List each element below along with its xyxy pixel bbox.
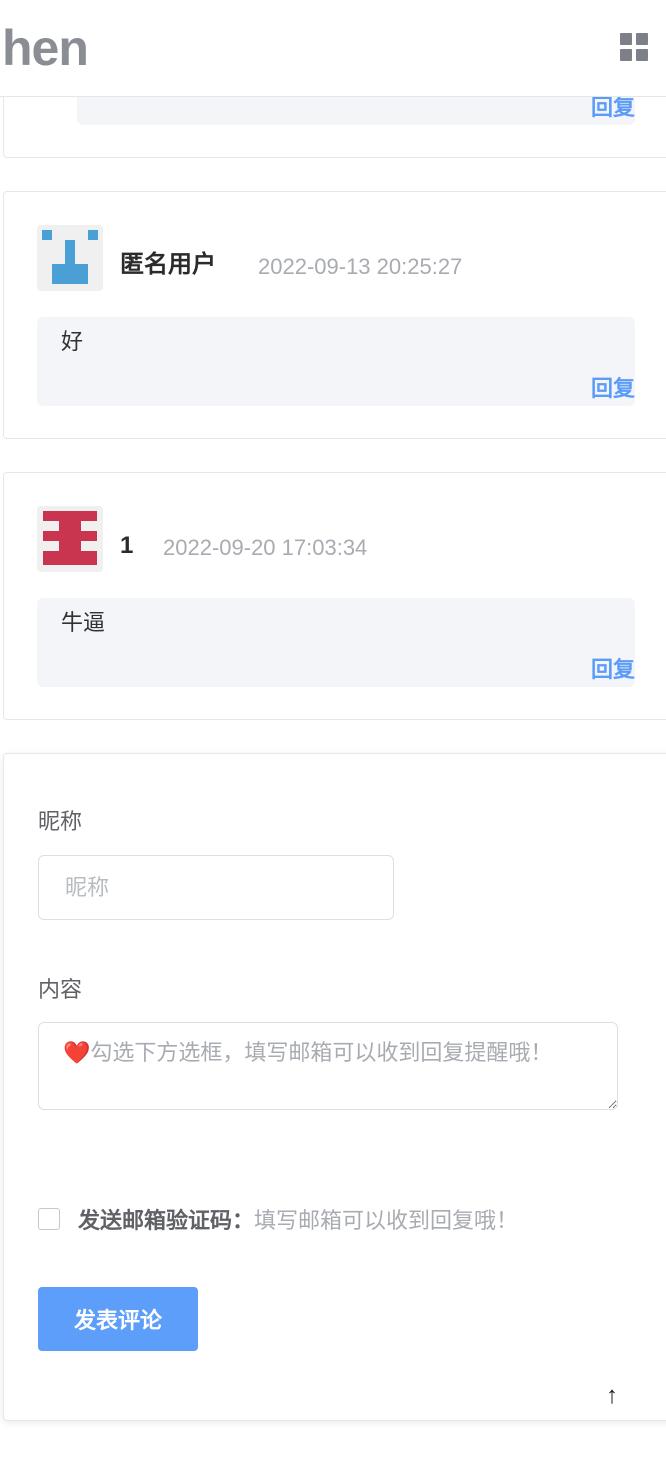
comment-author: 匿名用户 (120, 251, 216, 278)
grid-menu-icon-cell (636, 33, 648, 45)
comment-text: 牛逼 (61, 610, 106, 635)
grid-menu-icon-cell (620, 33, 632, 45)
avatar (37, 225, 103, 291)
reply-button[interactable]: 回复 (591, 95, 635, 121)
identicon-avatar-icon (37, 225, 103, 291)
email-verify-row: 发送邮箱验证码： 填写邮箱可以收到回复哦！ (38, 1204, 518, 1234)
nickname-input[interactable] (38, 855, 394, 920)
comment-card: 匿名用户 2022-09-13 20:25:27 好 回复 (3, 191, 666, 439)
comment-bubble: 好 回复 (37, 317, 635, 406)
comment-text: 好 (61, 329, 84, 354)
page: hen 回复 匿名用户 2022-09-13 20:25:27 好 回复 1 2… (0, 0, 666, 1460)
submit-comment-button[interactable]: 发表评论 (38, 1287, 198, 1351)
grid-menu-icon-cell (636, 49, 648, 61)
comment-form: 昵称 内容 发送邮箱验证码： 填写邮箱可以收到回复哦！ 发表评论 ↑ (3, 753, 666, 1421)
reply-button[interactable]: 回复 (591, 376, 635, 402)
content-label: 内容 (38, 977, 83, 1002)
comment-bubble: 牛逼 回复 (37, 598, 635, 687)
grid-menu-icon-cell (620, 49, 632, 61)
identicon-avatar-icon (37, 506, 103, 572)
back-to-top-arrow-icon[interactable]: ↑ (600, 1382, 624, 1410)
email-verify-checkbox[interactable] (38, 1208, 60, 1230)
nickname-label: 昵称 (38, 809, 83, 834)
avatar (37, 506, 103, 572)
email-verify-hint: 填写邮箱可以收到回复哦！ (254, 1208, 519, 1233)
email-verify-label[interactable]: 发送邮箱验证码： (78, 1203, 254, 1235)
content-textarea[interactable] (38, 1022, 618, 1110)
top-header: hen (0, 0, 666, 97)
comment-card: 1 2022-09-20 17:03:34 牛逼 回复 (3, 472, 666, 720)
reply-button[interactable]: 回复 (591, 657, 635, 683)
comment-time: 2022-09-13 20:25:27 (258, 254, 463, 279)
site-brand[interactable]: hen (2, 18, 89, 78)
comment-time: 2022-09-20 17:03:34 (163, 535, 368, 560)
grid-menu-icon[interactable] (620, 33, 648, 61)
comment-author: 1 (120, 532, 134, 559)
